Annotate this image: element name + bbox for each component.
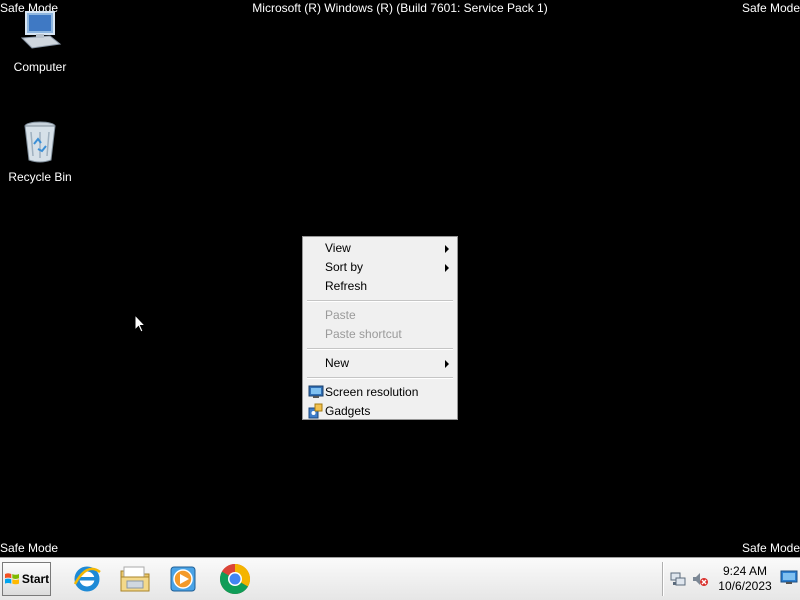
menu-item-label: Paste shortcut <box>325 327 402 341</box>
system-tray: 9:24 AM 10/6/2023 <box>662 558 800 600</box>
menu-separator <box>307 377 453 379</box>
safe-mode-label-bottom-right: Safe Mode <box>741 541 800 555</box>
start-button[interactable]: Start <box>2 562 51 596</box>
file-explorer-icon <box>120 566 150 592</box>
clock-date: 10/6/2023 <box>718 579 772 593</box>
menu-item-label: New <box>325 356 350 370</box>
desktop[interactable]: Safe Mode Microsoft (R) Windows (R) (Bui… <box>0 0 800 557</box>
clock[interactable]: 9:24 AM 10/6/2023 <box>714 564 776 594</box>
menu-item-paste[interactable]: Paste <box>305 306 455 325</box>
safe-mode-label-bottom-left: Safe Mode <box>0 541 59 555</box>
mouse-cursor-icon <box>134 313 147 333</box>
recycle-bin-icon <box>16 118 64 166</box>
menu-item-new[interactable]: New <box>305 354 455 373</box>
internet-explorer-icon <box>73 566 101 592</box>
menu-item-label: Sort by <box>325 260 364 274</box>
menu-item-sort-by[interactable]: Sort by <box>305 258 455 277</box>
show-desktop-icon[interactable] <box>780 570 798 586</box>
windows-logo-icon <box>4 573 19 585</box>
start-label: Start <box>21 572 50 586</box>
desktop-icon-label: Computer <box>13 60 67 74</box>
taskbar-media-player[interactable] <box>166 563 200 595</box>
volume-muted-icon[interactable] <box>692 571 708 587</box>
media-player-icon <box>170 566 196 592</box>
menu-item-label: Refresh <box>325 279 368 293</box>
submenu-arrow-icon <box>445 360 449 368</box>
screen-resolution-icon <box>308 384 324 400</box>
submenu-arrow-icon <box>445 264 449 272</box>
taskbar: Start 9:24 AM 10/6/2023 <box>0 557 800 600</box>
tray-separator <box>662 562 664 596</box>
network-icon[interactable] <box>670 571 686 587</box>
menu-item-gadgets[interactable]: Gadgets <box>305 402 455 421</box>
gadgets-icon <box>308 403 324 419</box>
menu-separator <box>307 300 453 302</box>
chrome-icon <box>219 564 251 595</box>
menu-item-paste-shortcut[interactable]: Paste shortcut <box>305 325 455 344</box>
build-banner: Microsoft (R) Windows (R) (Build 7601: S… <box>252 1 548 15</box>
submenu-arrow-icon <box>445 245 449 253</box>
menu-item-refresh[interactable]: Refresh <box>305 277 455 296</box>
safe-mode-label-top-right: Safe Mode <box>741 1 800 15</box>
desktop-context-menu: View Sort by Refresh Paste Paste shortcu… <box>302 236 458 420</box>
menu-item-label: Paste <box>325 308 356 322</box>
desktop-icon-label: Recycle Bin <box>8 170 72 184</box>
menu-item-screen-resolution[interactable]: Screen resolution <box>305 383 455 402</box>
menu-separator <box>307 348 453 350</box>
computer-icon <box>16 8 64 56</box>
taskbar-internet-explorer[interactable] <box>70 563 104 595</box>
menu-item-label: Gadgets <box>325 404 371 418</box>
taskbar-chrome[interactable] <box>218 563 252 595</box>
menu-item-label: View <box>325 241 351 255</box>
menu-item-view[interactable]: View <box>305 239 455 258</box>
clock-time: 9:24 AM <box>722 564 768 578</box>
taskbar-file-explorer[interactable] <box>118 563 152 595</box>
desktop-icon-computer[interactable]: Computer <box>0 8 80 74</box>
menu-item-label: Screen resolution <box>325 385 419 399</box>
desktop-icon-recycle-bin[interactable]: Recycle Bin <box>0 118 80 184</box>
